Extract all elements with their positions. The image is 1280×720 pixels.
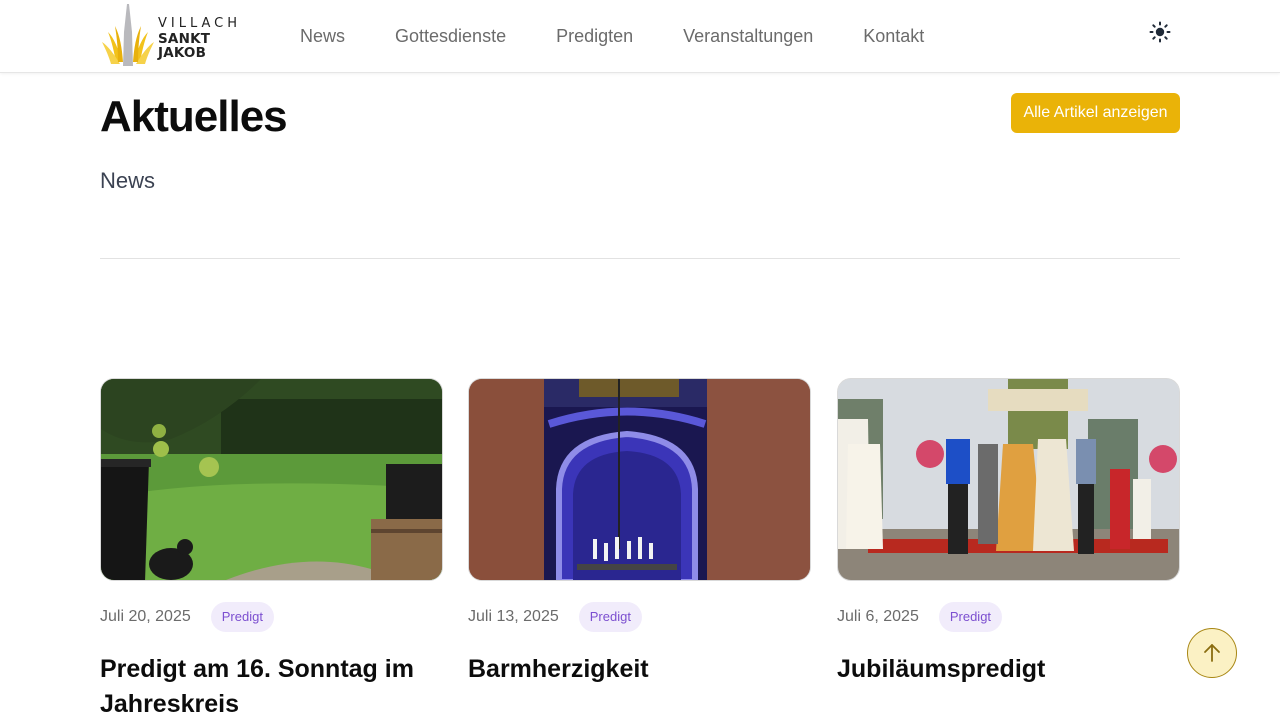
nav-item-news[interactable]: News — [300, 24, 345, 48]
news-card[interactable]: Juli 6, 2025 Predigt Jubiläumspredigt — [837, 378, 1180, 683]
nav-item-veranstaltungen[interactable]: Veranstaltungen — [683, 24, 813, 48]
news-card-title[interactable]: Jubiläumspredigt — [837, 652, 1180, 687]
procession-photo — [838, 379, 1179, 580]
theme-toggle-button[interactable] — [1148, 20, 1172, 44]
arrow-up-icon — [1204, 644, 1220, 662]
category-tag[interactable]: Predigt — [938, 602, 1003, 632]
section-subtitle: News — [100, 168, 156, 193]
nav-item-kontakt[interactable]: Kontakt — [863, 24, 924, 48]
logo-parish: SANKT JAKOB — [158, 31, 211, 61]
news-card-meta: Juli 6, 2025 Predigt — [837, 602, 1003, 632]
church-logo-icon — [102, 4, 154, 66]
main-nav: News Gottesdienste Predigten Veranstaltu… — [300, 24, 974, 48]
news-card-image[interactable] — [837, 378, 1180, 581]
nav-item-gottesdienste[interactable]: Gottesdienste — [395, 24, 506, 48]
site-logo[interactable]: VILLACH SANKT JAKOB — [100, 2, 252, 68]
logo-city: VILLACH — [158, 16, 242, 31]
news-card-meta: Juli 13, 2025 Predigt — [468, 602, 642, 632]
news-card-title[interactable]: Predigt am 16. Sonntag im Jahreskreis — [100, 652, 443, 720]
news-card-date: Juli 13, 2025 — [468, 608, 559, 625]
news-card-date: Juli 6, 2025 — [837, 608, 919, 625]
garden-photo — [101, 379, 442, 580]
site-header: VILLACH SANKT JAKOB News Gottesdienste P… — [0, 0, 1280, 73]
page-title: Aktuelles — [100, 92, 288, 141]
sun-icon — [1149, 21, 1171, 43]
altar-photo — [469, 379, 810, 580]
all-articles-button[interactable]: Alle Artikel anzeigen — [1011, 93, 1180, 133]
news-card-image[interactable] — [100, 378, 443, 581]
category-tag[interactable]: Predigt — [578, 602, 642, 632]
nav-item-predigten[interactable]: Predigten — [556, 24, 633, 48]
news-card-meta: Juli 20, 2025 Predigt — [100, 602, 274, 632]
news-card[interactable]: Juli 13, 2025 Predigt Barmherzigkeit — [468, 378, 811, 683]
category-tag[interactable]: Predigt — [210, 602, 274, 632]
news-card-date: Juli 20, 2025 — [100, 608, 191, 625]
news-card-image[interactable] — [468, 378, 811, 581]
news-card-title[interactable]: Barmherzigkeit — [468, 652, 811, 687]
divider — [100, 258, 1180, 259]
logo-text: VILLACH SANKT JAKOB — [158, 17, 252, 60]
scroll-to-top-button[interactable] — [1187, 628, 1237, 678]
news-card[interactable]: Juli 20, 2025 Predigt Predigt am 16. Son… — [100, 378, 443, 718]
